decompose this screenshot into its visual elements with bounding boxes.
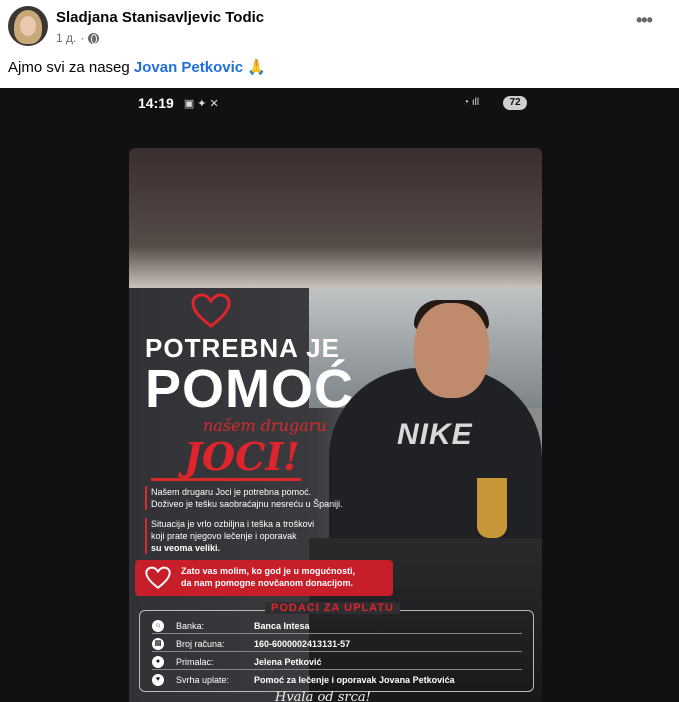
mention-link[interactable]: Jovan Petkovic [134, 59, 243, 76]
phone-status-bar: 14:19 ▣ ✦ ✕ [138, 95, 219, 111]
payment-row-purpose: ♥ Svrha uplate: Pomoć za lečenje i opora… [152, 673, 522, 688]
paragraph1-line1: Našem drugaru Joci je potrebna pomoć. [151, 487, 312, 497]
wifi-signal-icon: ◔ ıll [463, 97, 480, 108]
globe-icon [88, 32, 100, 44]
more-options-button[interactable]: ••• [636, 11, 656, 34]
status-time: 14:19 [138, 95, 174, 111]
payment-row-recipient: ● Primalac: Jelena Petković [152, 655, 522, 670]
avatar-face [20, 16, 36, 36]
paragraph2-line1: Situacija je vrlo ozbiljna i teška a tro… [151, 519, 315, 529]
battery-indicator: 72 [503, 96, 527, 110]
payment-label: Broj računa: [176, 639, 225, 649]
story-screenshot: NIKE POTREBNA JE POMOĆ našem drugaru JOC… [129, 148, 542, 702]
post-meta: 1 д. · [56, 31, 100, 45]
thanks-text: Hvala od srca! [275, 690, 371, 702]
heart-icon [191, 293, 231, 328]
poster-person-head [414, 303, 489, 398]
payment-label: Svrha uplate: [176, 675, 230, 685]
praying-hands-emoji: 🙏 [247, 59, 266, 76]
headline-line3: našem drugaru [203, 416, 327, 435]
status-icons: ▣ ✦ ✕ [183, 97, 219, 110]
card-icon: ▤ [152, 638, 164, 650]
payment-value: Pomoć za lečenje i oporavak Jovana Petko… [254, 675, 455, 685]
post-text: Ajmo svi za naseg Jovan Petkovic 🙏 [8, 58, 266, 76]
appeal-line2: da nam pomogne novčanom donacijom. [181, 578, 354, 588]
headline-line4: JOCI! [184, 434, 300, 479]
payment-title: PODACI ZA UPLATU [265, 602, 400, 614]
shirt-logo: NIKE [397, 418, 473, 451]
post-time[interactable]: 1 д. [56, 31, 76, 45]
author-name[interactable]: Sladjana Stanisavljevic Todic [56, 9, 264, 26]
author-avatar[interactable] [8, 6, 48, 46]
paragraph-1: Našem drugaru Joci je potrebna pomoć. Do… [145, 486, 385, 510]
payment-details-box: ⌂ Banka: Banca Intesa ▤ Broj računa: 160… [139, 610, 534, 692]
post-header: Sladjana Stanisavljevic Todic 1 д. · •••… [0, 0, 679, 88]
paragraph2-line2: koji prate njegovo lečenje i oporavak [151, 531, 297, 541]
payment-label: Primalac: [176, 657, 214, 667]
paragraph1-line2: Doživeo je tešku saobraćajnu nesreću u Š… [151, 499, 343, 509]
payment-row-account: ▤ Broj računa: 160-6000002413131-57 [152, 637, 522, 652]
payment-value: Jelena Petković [254, 657, 322, 667]
post-media[interactable]: 14:19 ▣ ✦ ✕ ◔ ıll 72 NIKE POTREBNA JE PO… [0, 88, 679, 702]
appeal-line1: Zato vas molim, ko god je u mogućnosti, [181, 566, 356, 576]
bank-icon: ⌂ [152, 620, 164, 632]
post-text-prefix: Ajmo svi za naseg [8, 59, 134, 76]
dot-separator: · [80, 31, 85, 45]
payment-label: Banka: [176, 621, 205, 631]
person-icon: ● [152, 656, 164, 668]
headline-underline [151, 478, 301, 481]
headline-line2: POMOĆ [145, 359, 355, 419]
poster-drink-glass [477, 478, 507, 538]
payment-value: 160-6000002413131-57 [254, 639, 351, 649]
paragraph2-line3: su veoma veliki. [151, 543, 221, 553]
appeal-text: Zato vas molim, ko god je u mogućnosti, … [181, 565, 355, 589]
paragraph-2: Situacija je vrlo ozbiljna i teška a tro… [145, 518, 385, 554]
heart-small-icon: ♥ [152, 674, 164, 686]
fundraiser-poster: NIKE POTREBNA JE POMOĆ našem drugaru JOC… [129, 288, 542, 702]
payment-row-bank: ⌂ Banka: Banca Intesa [152, 619, 522, 634]
appeal-banner: Zato vas molim, ko god je u mogućnosti, … [135, 560, 393, 596]
banner-heart-icon [145, 566, 171, 589]
payment-value: Banca Intesa [254, 621, 310, 631]
story-top-blur [129, 148, 542, 288]
